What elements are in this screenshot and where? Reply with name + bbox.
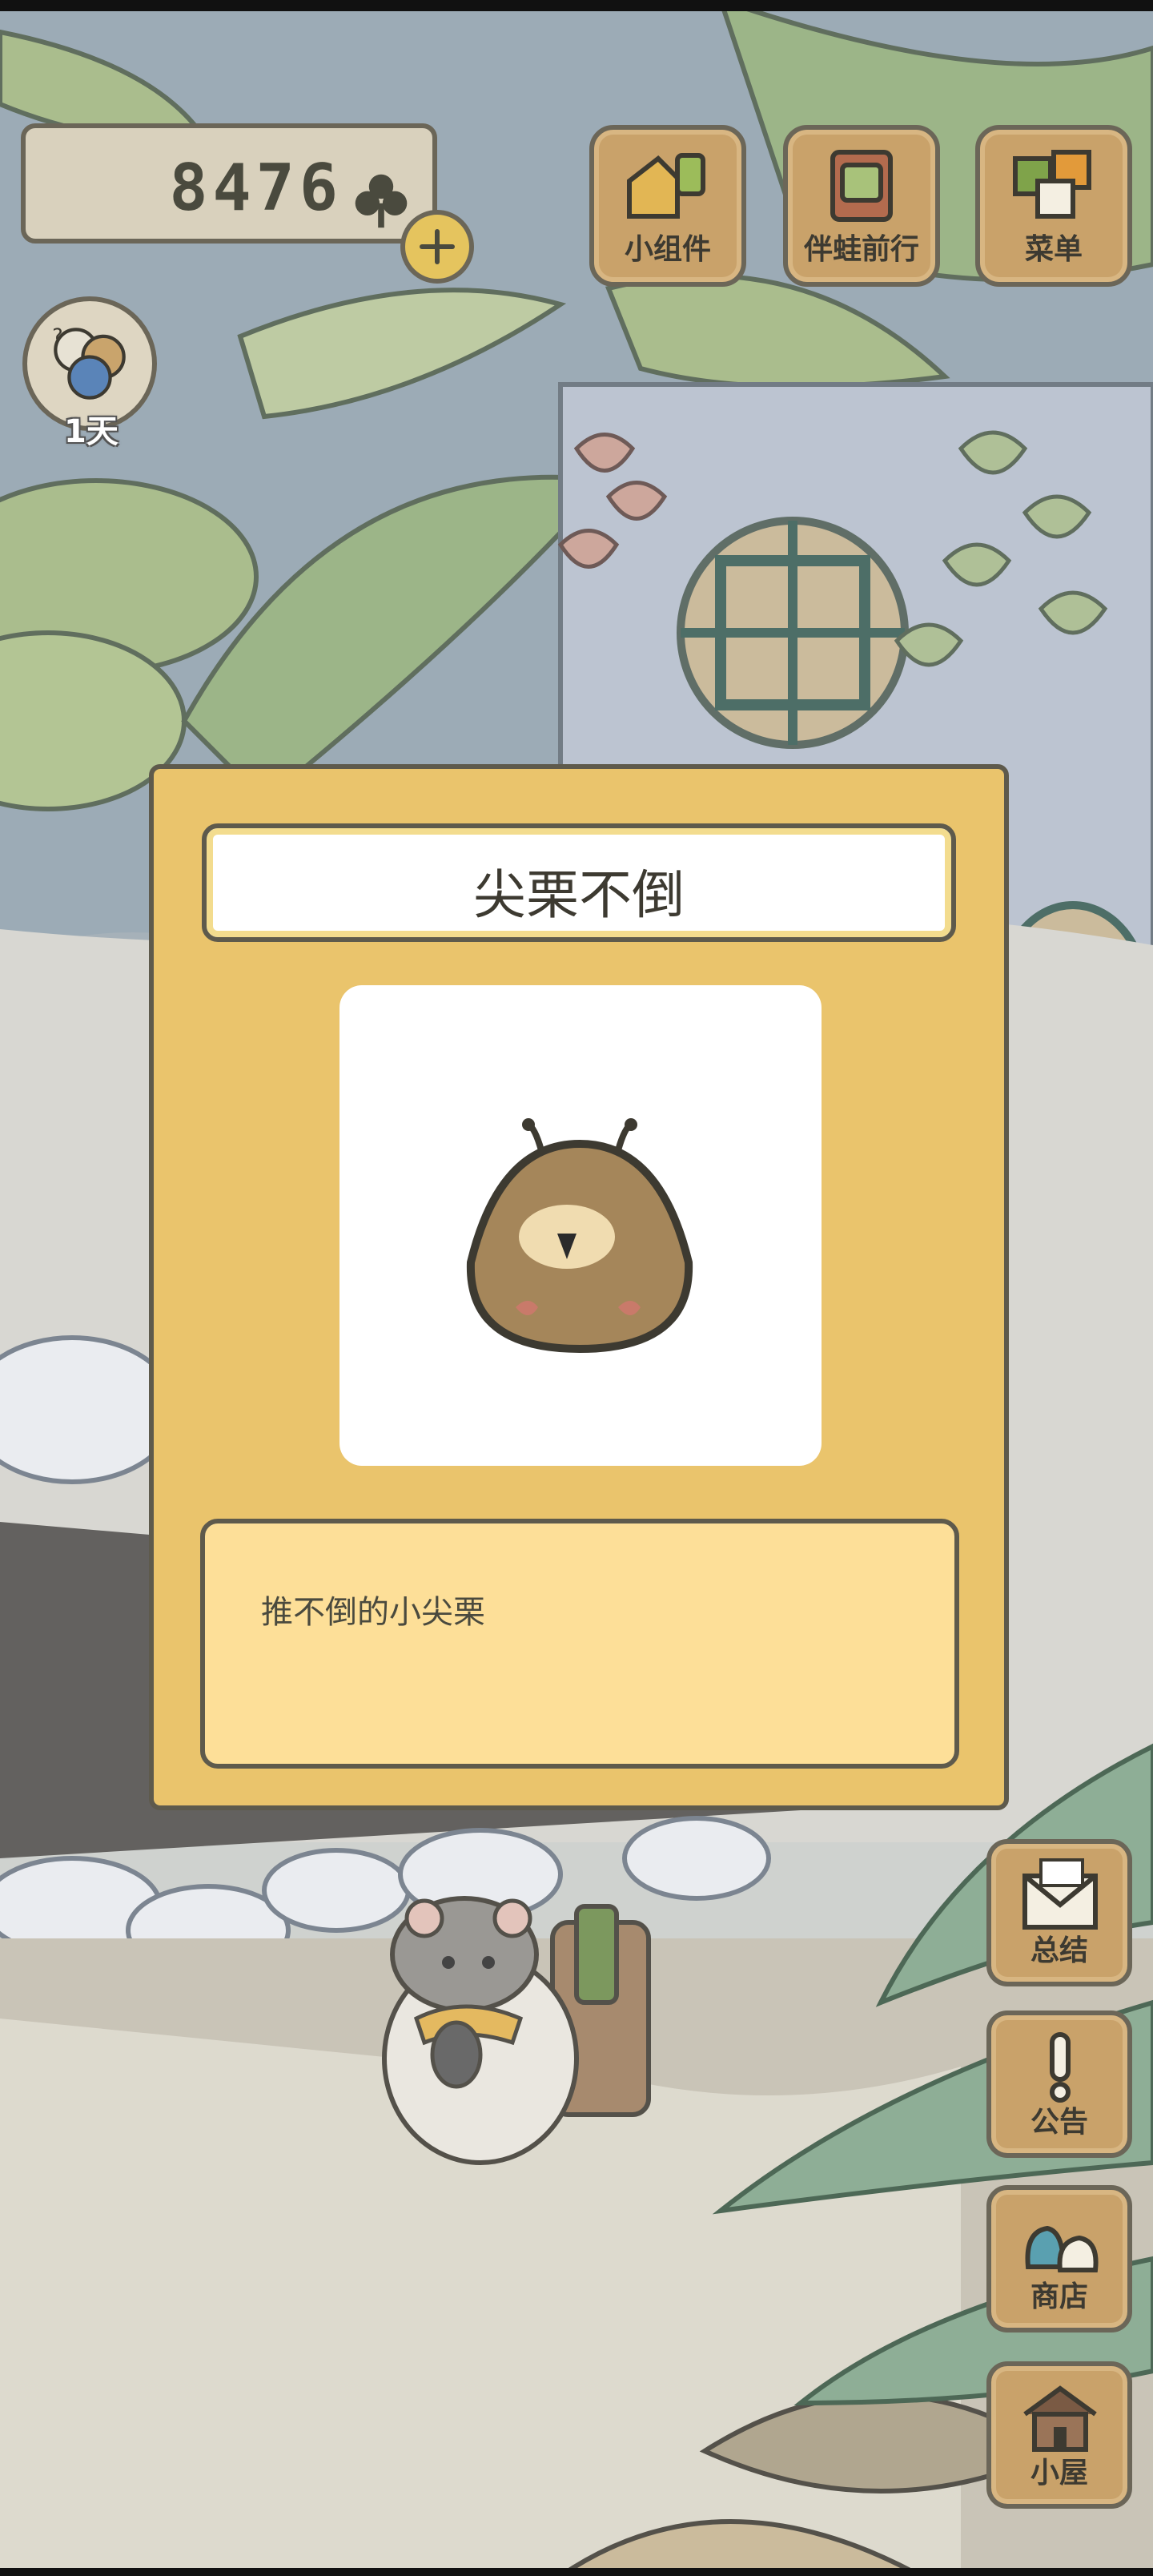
travel-label: 伴蛙前行 [803,233,919,266]
travel-button[interactable]: 伴蛙前行 [783,125,940,287]
day-count: 1天 [64,413,119,450]
summary-label: 总结 [1030,1934,1088,1967]
item-image-frame [339,985,822,1466]
shop-label: 商店 [1030,2280,1088,2313]
svg-text:?: ? [52,324,63,348]
shop-bag-icon [1025,2225,1099,2272]
chestnut-doll-icon [466,1118,693,1354]
widget-button[interactable]: 小组件 [589,125,746,287]
clover-counter: 8476 [21,123,437,244]
cabin-label: 小屋 [1030,2457,1088,2489]
item-title-box: 尖栗不倒 [202,823,956,942]
notice-button[interactable]: 公告 [986,2010,1132,2158]
house-icon [1023,2385,1097,2452]
notice-label: 公告 [1030,2106,1088,2139]
cabin-button[interactable]: 小屋 [986,2361,1132,2509]
letter-icon [1022,1858,1098,1930]
item-dialog[interactable]: 尖栗不倒 推不倒的小尖栗 [149,764,1009,1810]
item-description-box: 推不倒的小尖栗 [200,1519,959,1769]
item-description: 推不倒的小尖栗 [261,1594,485,1631]
shop-button[interactable]: 商店 [986,2185,1132,2332]
menu-icon [1013,150,1091,219]
game-scene: 8476 小组件 伴蛙前行 菜单 ? 1天 尖栗不倒 推不倒的小尖栗 总结 公告… [0,0,1153,2576]
add-clover-button[interactable] [400,210,474,284]
summary-button[interactable]: 总结 [986,1839,1132,1986]
menu-button[interactable]: 菜单 [975,125,1132,287]
exclamation-icon [1050,2032,1071,2103]
clover-icon [355,174,408,228]
clover-count: 8476 [169,151,343,225]
navigation-bar [0,2568,1153,2576]
travel-icon [830,150,893,222]
item-title: 尖栗不倒 [473,864,685,926]
widget-icon [627,153,705,219]
menu-label: 菜单 [1024,233,1083,266]
status-bar [0,0,1153,11]
guest-avatars-icon: ? [52,324,126,400]
widget-label: 小组件 [624,233,711,266]
